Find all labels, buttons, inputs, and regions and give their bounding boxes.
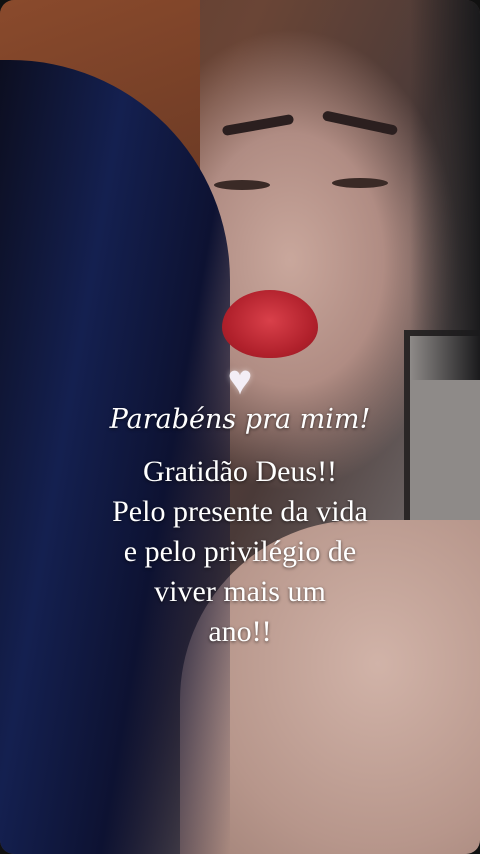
- story-view[interactable]: ♥ Parabéns pra mim! Gratidão Deus!! Pelo…: [0, 0, 480, 854]
- greeting-text: Parabéns pra mim!: [109, 404, 371, 435]
- left-eye: [214, 180, 270, 190]
- message-line: Pelo presente da vida: [112, 495, 368, 528]
- hair-right: [410, 0, 480, 380]
- message-line: Gratidão Deus!!: [142, 455, 338, 488]
- right-eye: [332, 178, 388, 188]
- right-eyebrow: [321, 110, 399, 136]
- message-line: viver mais um: [154, 575, 326, 608]
- message-line: ano!!: [208, 615, 272, 648]
- message-line: e pelo privilégio de: [123, 535, 357, 568]
- lips: [222, 290, 318, 358]
- left-eyebrow: [221, 113, 295, 137]
- heart-sticker: ♥: [0, 360, 480, 402]
- message-text: Gratidão Deus!! Pelo presente da vida e …: [20, 452, 460, 652]
- heart-icon: ♥: [227, 358, 253, 404]
